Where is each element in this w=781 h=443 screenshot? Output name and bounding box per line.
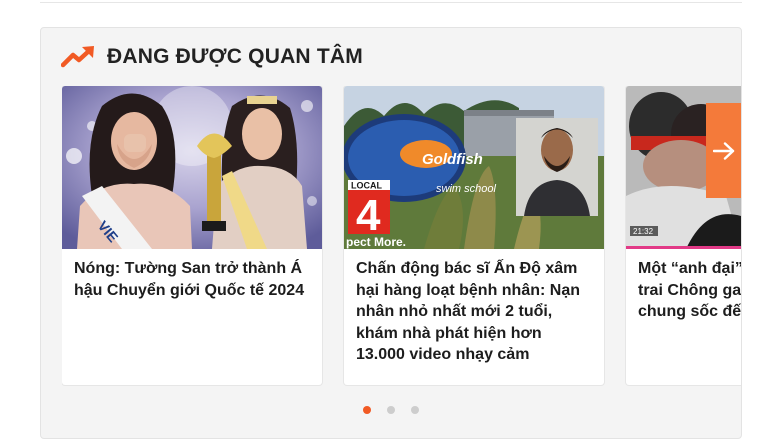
pagination-dot-3[interactable] [411, 406, 419, 414]
carousel-track: VIE Nóng: Tường San trở thành Á hậu Chuy… [62, 86, 742, 388]
pagination-dot-2[interactable] [387, 406, 395, 414]
channel-label: LOCAL [351, 181, 382, 191]
card-title-line: chung sốc đế [638, 303, 742, 320]
carousel-pagination [41, 406, 741, 414]
trending-up-icon [61, 46, 94, 68]
card-thumbnail[interactable]: VIE [62, 86, 322, 249]
news-card[interactable]: VIE Nóng: Tường San trở thành Á hậu Chuy… [62, 86, 322, 385]
top-divider [40, 0, 742, 3]
card-title-line: Một “anh đại” [638, 260, 742, 277]
pageant-photo: VIE [62, 86, 322, 249]
card-title[interactable]: Một “anh đại” trai Chông ga chung sốc đế [626, 249, 742, 323]
card-title-line: trai Chông ga [638, 281, 742, 299]
channel-number: 4 [356, 191, 381, 240]
card-title[interactable]: Chấn động bác sĩ Ấn Độ xâm hại hàng loạt… [344, 249, 604, 366]
news-photo: Goldfish swim school LOCAL 4 pect More. [344, 86, 604, 249]
card-title[interactable]: Nóng: Tường San trở thành Á hậu Chuyển g… [62, 249, 322, 301]
card-thumbnail[interactable]: Goldfish swim school LOCAL 4 pect More. [344, 86, 604, 249]
arrow-right-icon [713, 141, 735, 160]
section-heading: ĐANG ĐƯỢC QUAN TÂM [61, 42, 363, 72]
sign-text-school: swim school [436, 183, 496, 195]
trending-section: ĐANG ĐƯỢC QUAN TÂM VIE Nóng: Tường San t… [40, 27, 742, 439]
carousel-next-button[interactable] [706, 103, 741, 198]
sign-text-goldfish: Goldfish [422, 151, 483, 168]
section-title: ĐANG ĐƯỢC QUAN TÂM [107, 45, 363, 68]
video-timestamp: 21:32 [633, 227, 654, 236]
channel-tagline: pect More. [346, 235, 406, 249]
news-card[interactable]: Goldfish swim school LOCAL 4 pect More. [344, 86, 604, 385]
pagination-dot-1[interactable] [363, 406, 371, 414]
